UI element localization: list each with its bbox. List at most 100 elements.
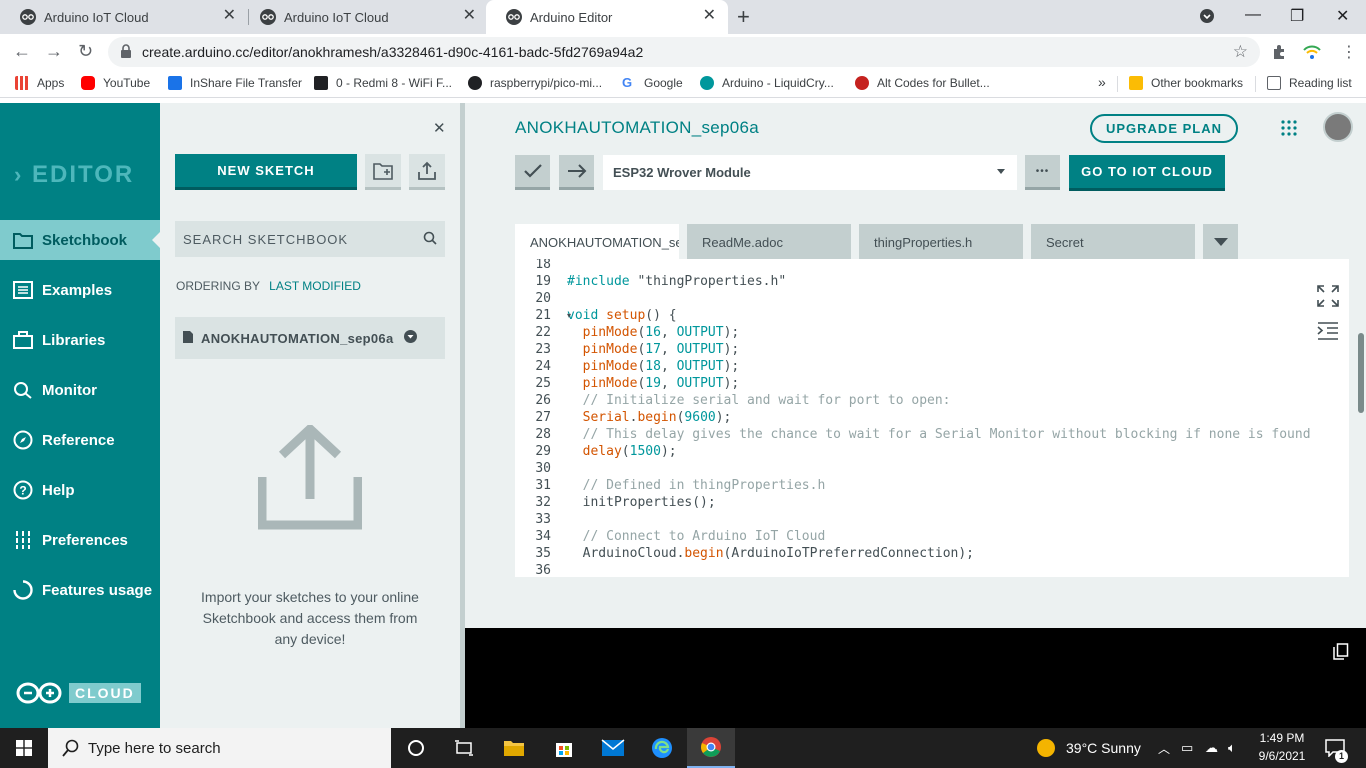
bookmark-inshare[interactable]: InShare File Transfer (168, 76, 302, 90)
list-icon (12, 279, 34, 301)
router-icon (314, 76, 328, 90)
sketch-list-item[interactable]: ANOKHAUTOMATION_sep06a (175, 317, 445, 359)
verify-button[interactable] (515, 155, 550, 190)
notification-badge: 1 (1335, 750, 1348, 763)
minimize-icon[interactable]: — (1245, 6, 1261, 24)
chrome-menu-icon[interactable]: ⋮ (1341, 42, 1357, 62)
code-editor[interactable]: 18 19 20 21 22 23 24 25 26 27 28 29 30 31 32 33 34 35 36 #… (515, 259, 1349, 577)
address-bar[interactable]: create.arduino.cc/editor/anokhramesh/a33… (108, 37, 1260, 67)
task-view-icon[interactable] (440, 728, 488, 768)
avatar[interactable] (1323, 112, 1353, 142)
sidebar-item-sketchbook[interactable]: Sketchbook (0, 220, 160, 260)
lock-icon (120, 44, 132, 63)
upload-button[interactable] (559, 155, 594, 190)
taskbar-search-input[interactable]: Type here to search (48, 728, 391, 768)
back-arrow-icon[interactable]: ← (13, 41, 31, 62)
sidebar-item-monitor[interactable]: Monitor (0, 370, 160, 410)
bookmarks-overflow-chevron-icon[interactable]: » (1098, 74, 1106, 90)
clock-date[interactable]: 9/6/2021 (1256, 749, 1308, 763)
sidebar-item-examples[interactable]: Examples (0, 270, 160, 310)
forward-arrow-icon[interactable]: → (45, 41, 63, 62)
mail-icon[interactable] (589, 728, 637, 768)
sidebar-item-reference[interactable]: Reference (0, 420, 160, 460)
reading-list[interactable]: Reading list (1267, 76, 1352, 90)
extensions-icon[interactable] (1271, 43, 1288, 65)
ordering-label: ORDERING BY (176, 279, 260, 293)
close-icon[interactable]: ✕ (433, 119, 446, 137)
bookmark-altcodes[interactable]: Alt Codes for Bullet... (855, 76, 990, 90)
browser-tab-1[interactable]: Arduino IoT Cloud ✕ (0, 0, 248, 34)
copy-icon[interactable] (1333, 643, 1349, 665)
chevron-up-icon[interactable]: ︿ (1158, 740, 1170, 757)
bookmark-youtube[interactable]: YouTube (81, 76, 150, 90)
sidebar-item-features-usage[interactable]: Features usage (0, 570, 160, 610)
ordering-dropdown[interactable]: LAST MODIFIED (269, 279, 361, 293)
weather-text[interactable]: 39°C Sunny (1066, 740, 1141, 756)
bookmark-apps[interactable]: Apps (15, 76, 64, 90)
file-tab-thingproperties[interactable]: thingProperties.h (859, 224, 1023, 259)
sidebar-item-libraries[interactable]: Libraries (0, 320, 160, 360)
file-tab-secret[interactable]: Secret (1031, 224, 1195, 259)
upgrade-plan-button[interactable]: UPGRADE PLAN (1090, 114, 1238, 143)
battery-icon[interactable]: ▭ (1181, 740, 1193, 756)
board-selector[interactable]: ESP32 Wrover Module (603, 155, 1017, 190)
edge-icon[interactable] (638, 728, 686, 768)
clock-time[interactable]: 1:49 PM (1258, 731, 1306, 745)
go-to-iot-cloud-button[interactable]: GO TO IOT CLOUD (1069, 155, 1225, 191)
sidebar-item-preferences[interactable]: Preferences (0, 520, 160, 560)
close-icon[interactable]: ✕ (703, 8, 716, 24)
restore-icon[interactable]: ❐ (1290, 6, 1304, 26)
bookmark-arduino[interactable]: Arduino - LiquidCry... (700, 76, 834, 90)
arduino-icon (20, 9, 36, 25)
fullscreen-icon[interactable] (1317, 285, 1339, 312)
browser-tab-3-active[interactable]: Arduino Editor ✕ (486, 0, 728, 34)
import-button[interactable] (409, 154, 445, 190)
sidebar-item-label: Reference (42, 431, 115, 449)
bookmark-redmi[interactable]: 0 - Redmi 8 - WiFi F... (314, 76, 452, 90)
file-tabs-menu-button[interactable] (1203, 224, 1238, 259)
bookmark-github[interactable]: raspberrypi/pico-mi... (468, 76, 602, 90)
file-tab-main[interactable]: ANOKHAUTOMATION_sep06a (515, 224, 679, 259)
star-icon[interactable]: ☆ (1233, 42, 1248, 62)
other-bookmarks[interactable]: Other bookmarks (1129, 76, 1243, 90)
sketch-title[interactable]: ANOKHAUTOMATION_sep06a (515, 118, 759, 138)
new-folder-button[interactable] (365, 154, 401, 190)
volume-icon[interactable]: 🔈︎ (1228, 740, 1236, 756)
file-icon (183, 330, 193, 346)
more-options-button[interactable]: ••• (1025, 155, 1060, 190)
reading-list-icon (1267, 76, 1281, 90)
editor-logo: › EDITOR (14, 161, 134, 189)
editor-scrollbar[interactable] (1358, 333, 1364, 413)
line-number: 36 (535, 563, 551, 577)
file-tab-readme[interactable]: ReadMe.adoc (687, 224, 851, 259)
cortana-icon[interactable] (392, 728, 440, 768)
window-close-icon[interactable]: ✕ (1336, 6, 1349, 26)
help-icon: ? (12, 479, 34, 501)
close-icon[interactable]: ✕ (463, 8, 476, 24)
line-number: 22 (535, 325, 551, 340)
browser-tab-2[interactable]: Arduino IoT Cloud ✕ (240, 0, 488, 34)
search-sketchbook-input[interactable]: SEARCH SKETCHBOOK (175, 221, 445, 257)
close-icon[interactable]: ✕ (223, 8, 236, 24)
wifi-extension-icon[interactable] (1302, 42, 1322, 67)
sketch-menu-chevron-icon[interactable] (403, 330, 417, 346)
new-sketch-button[interactable]: NEW SKETCH (175, 154, 357, 190)
new-tab-plus-icon[interactable]: + (737, 6, 750, 28)
bookmark-google[interactable]: G Google (622, 76, 683, 91)
windows-start-icon[interactable] (0, 728, 48, 768)
cloud-icon[interactable]: ☁ (1205, 740, 1218, 756)
file-explorer-icon[interactable] (490, 728, 538, 768)
sun-weather-icon[interactable] (1037, 739, 1055, 757)
sidebar-item-label: Libraries (42, 331, 106, 349)
apps-grid-icon[interactable] (1280, 119, 1298, 142)
indent-icon[interactable] (1317, 321, 1339, 346)
tab-search-icon[interactable] (1199, 8, 1215, 29)
sidebar-item-help[interactable]: ? Help (0, 470, 160, 510)
line-number: 23 (535, 342, 551, 357)
search-icon (423, 231, 437, 248)
store-icon[interactable] (540, 728, 588, 768)
fold-arrow-icon[interactable]: ▾ (567, 311, 571, 320)
code-line: #include "thingProperties.h" (567, 274, 787, 289)
chrome-taskbar-icon[interactable] (687, 728, 735, 768)
reload-icon[interactable]: ↻ (78, 41, 93, 62)
